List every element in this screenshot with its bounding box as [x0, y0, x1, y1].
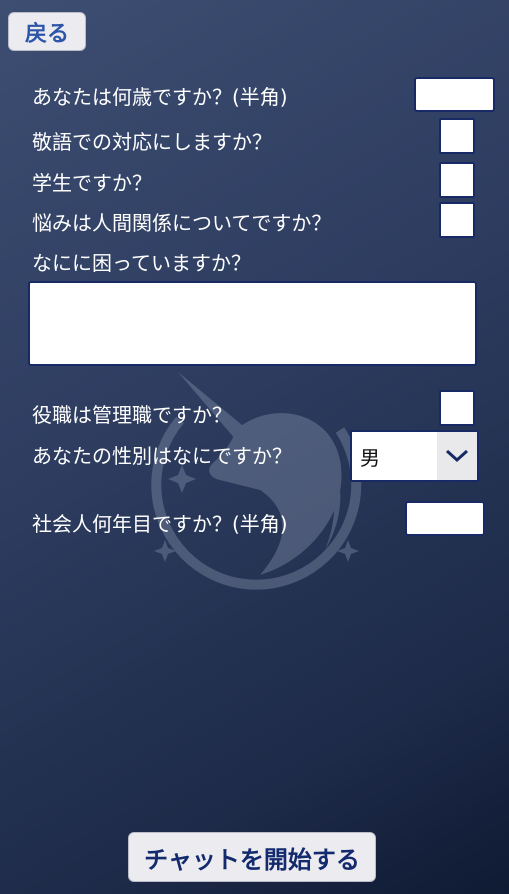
chevron-down-icon[interactable] [437, 432, 477, 480]
age-input[interactable] [414, 77, 495, 112]
back-button[interactable]: 戻る [8, 12, 86, 51]
relationship-checkbox[interactable] [439, 202, 475, 238]
years-label: 社会人何年目ですか？(半角) [32, 512, 288, 536]
student-label: 学生ですか？ [32, 171, 152, 195]
years-input[interactable] [405, 501, 485, 536]
gender-label: あなたの性別はなにですか？ [32, 444, 292, 468]
age-label: あなたは何歳ですか？(半角) [32, 85, 288, 109]
manager-checkbox[interactable] [439, 390, 475, 426]
keigo-label: 敬語での対応にしますか？ [32, 130, 272, 154]
student-checkbox[interactable] [439, 162, 475, 198]
manager-label: 役職は管理職ですか？ [32, 403, 232, 427]
gender-selected-value: 男 [360, 445, 380, 470]
unicorn-logo [151, 372, 362, 590]
gender-select[interactable]: 男 [350, 430, 479, 482]
start-chat-button[interactable]: チャットを開始する [128, 832, 376, 882]
keigo-checkbox[interactable] [439, 118, 475, 154]
relationship-label: 悩みは人間関係についてですか？ [32, 211, 332, 235]
trouble-label: なにに困っていますか？ [32, 251, 251, 275]
trouble-textarea[interactable] [28, 281, 477, 366]
